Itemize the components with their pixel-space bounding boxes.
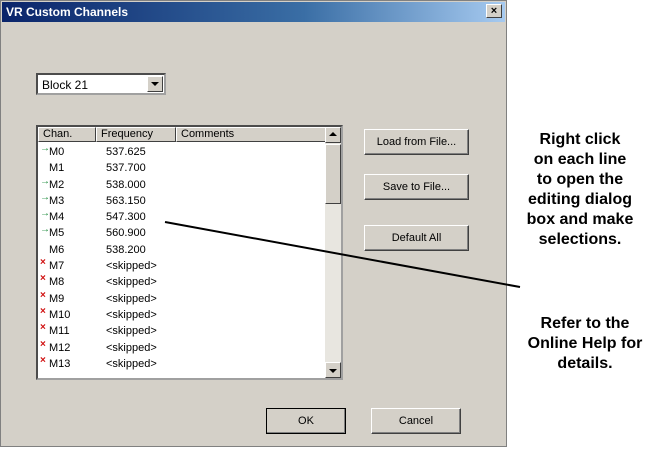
callout-help-reference: Refer to the Online Help for details. (500, 314, 670, 374)
callout-instructions: Right click on each line to open the editin… (490, 130, 670, 250)
callout-line: details. (557, 355, 613, 372)
callout-line: selections. (538, 231, 622, 248)
callout-line: box and make (526, 211, 634, 228)
callout-line: Online Help for (527, 335, 643, 352)
callout-line: Right click (539, 131, 621, 148)
callout-line: to open the (536, 171, 624, 188)
callout-line: editing dialog (528, 191, 632, 208)
callout-line: on each line (533, 151, 627, 168)
callout-line: Refer to the (540, 315, 630, 332)
